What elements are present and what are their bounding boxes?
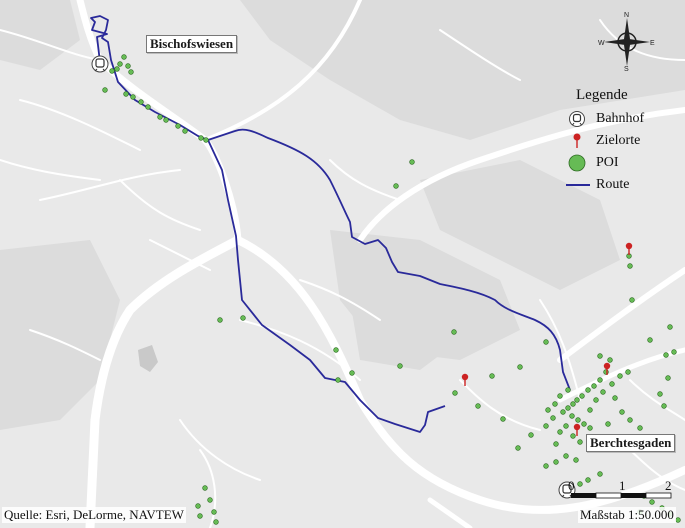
scale-label: Maßstab 1:50.000 (578, 507, 676, 523)
destination-pin-icon (573, 133, 581, 148)
scale-tick-1: 1 (619, 478, 626, 493)
train-station-icon (569, 111, 585, 127)
scale-tick-2: 2 (665, 478, 672, 493)
compass-w: W (598, 40, 605, 47)
legend-item-route: Route (562, 174, 672, 196)
compass-s: S (624, 66, 629, 72)
poi-dot-icon (568, 154, 586, 172)
legend-label: POI (596, 155, 619, 170)
map-canvas[interactable] (0, 0, 685, 528)
route-line-icon (566, 184, 590, 186)
train-station-bischofswiesen[interactable] (91, 55, 109, 73)
scale-tick-0: 0 (568, 478, 575, 493)
source-credit: Quelle: Esri, DeLorme, NAVTEW (2, 507, 186, 523)
legend-item-zielorte: Zielorte (562, 130, 672, 152)
legend-label: Bahnhof (596, 111, 645, 126)
compass-rose-icon: N S W E (598, 10, 656, 73)
compass-e: E (650, 40, 655, 47)
town-label-bischofswiesen[interactable]: Bischofswiesen (146, 35, 238, 53)
compass-n: N (624, 12, 629, 19)
legend-title: Legende (576, 87, 628, 103)
map-legend: Legende Bahnhof Zielorte POI Route (562, 86, 672, 196)
town-label-berchtesgaden[interactable]: Berchtesgaden (586, 434, 676, 452)
map-frame[interactable]: Bischofswiesen Berchtesgaden N S W E Leg… (0, 0, 685, 528)
legend-item-poi: POI (562, 152, 672, 174)
legend-label: Route (596, 177, 630, 192)
legend-label: Zielorte (596, 133, 641, 148)
legend-item-bahnhof: Bahnhof (562, 108, 672, 130)
